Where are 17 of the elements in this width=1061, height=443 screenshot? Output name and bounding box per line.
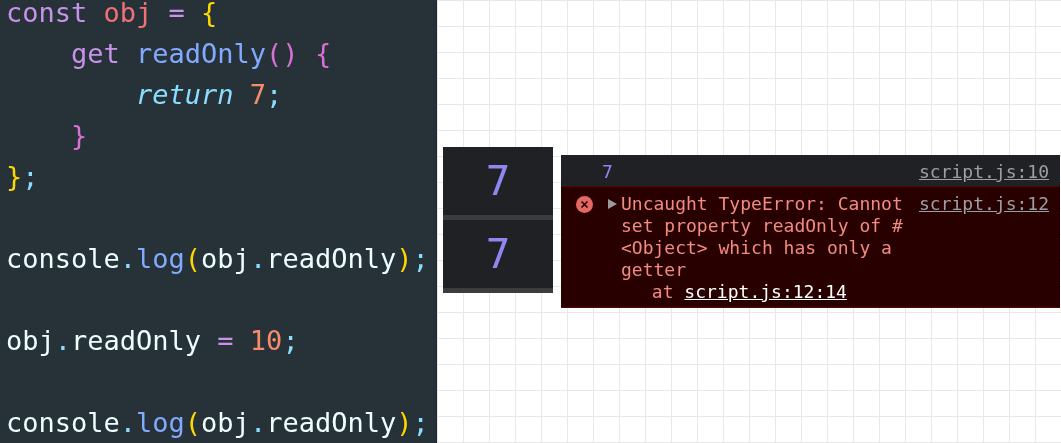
source-link[interactable]: script.js:10 — [918, 161, 1049, 183]
code-line: obj.readOnly = 10; — [6, 324, 299, 358]
code-line: const obj = { — [6, 0, 218, 30]
code-line: console.log(obj.readOnly); — [6, 406, 429, 440]
error-icon — [576, 196, 593, 213]
code-line: return 7; — [135, 78, 283, 112]
expand-triangle-icon[interactable] — [608, 199, 617, 209]
code-line: }; — [6, 160, 39, 194]
stack-link[interactable]: script.js:12:14 — [684, 281, 847, 302]
output-value: 7 — [485, 230, 511, 277]
code-line: get readOnly() { — [70, 37, 332, 71]
source-link[interactable]: script.js:12 — [918, 193, 1049, 215]
stack-prefix: at — [651, 281, 674, 302]
code-line: console.log(obj.readOnly); — [6, 242, 429, 276]
code-line: } — [70, 119, 88, 153]
output-value: 7 — [485, 157, 511, 204]
log-value: 7 — [602, 161, 614, 183]
